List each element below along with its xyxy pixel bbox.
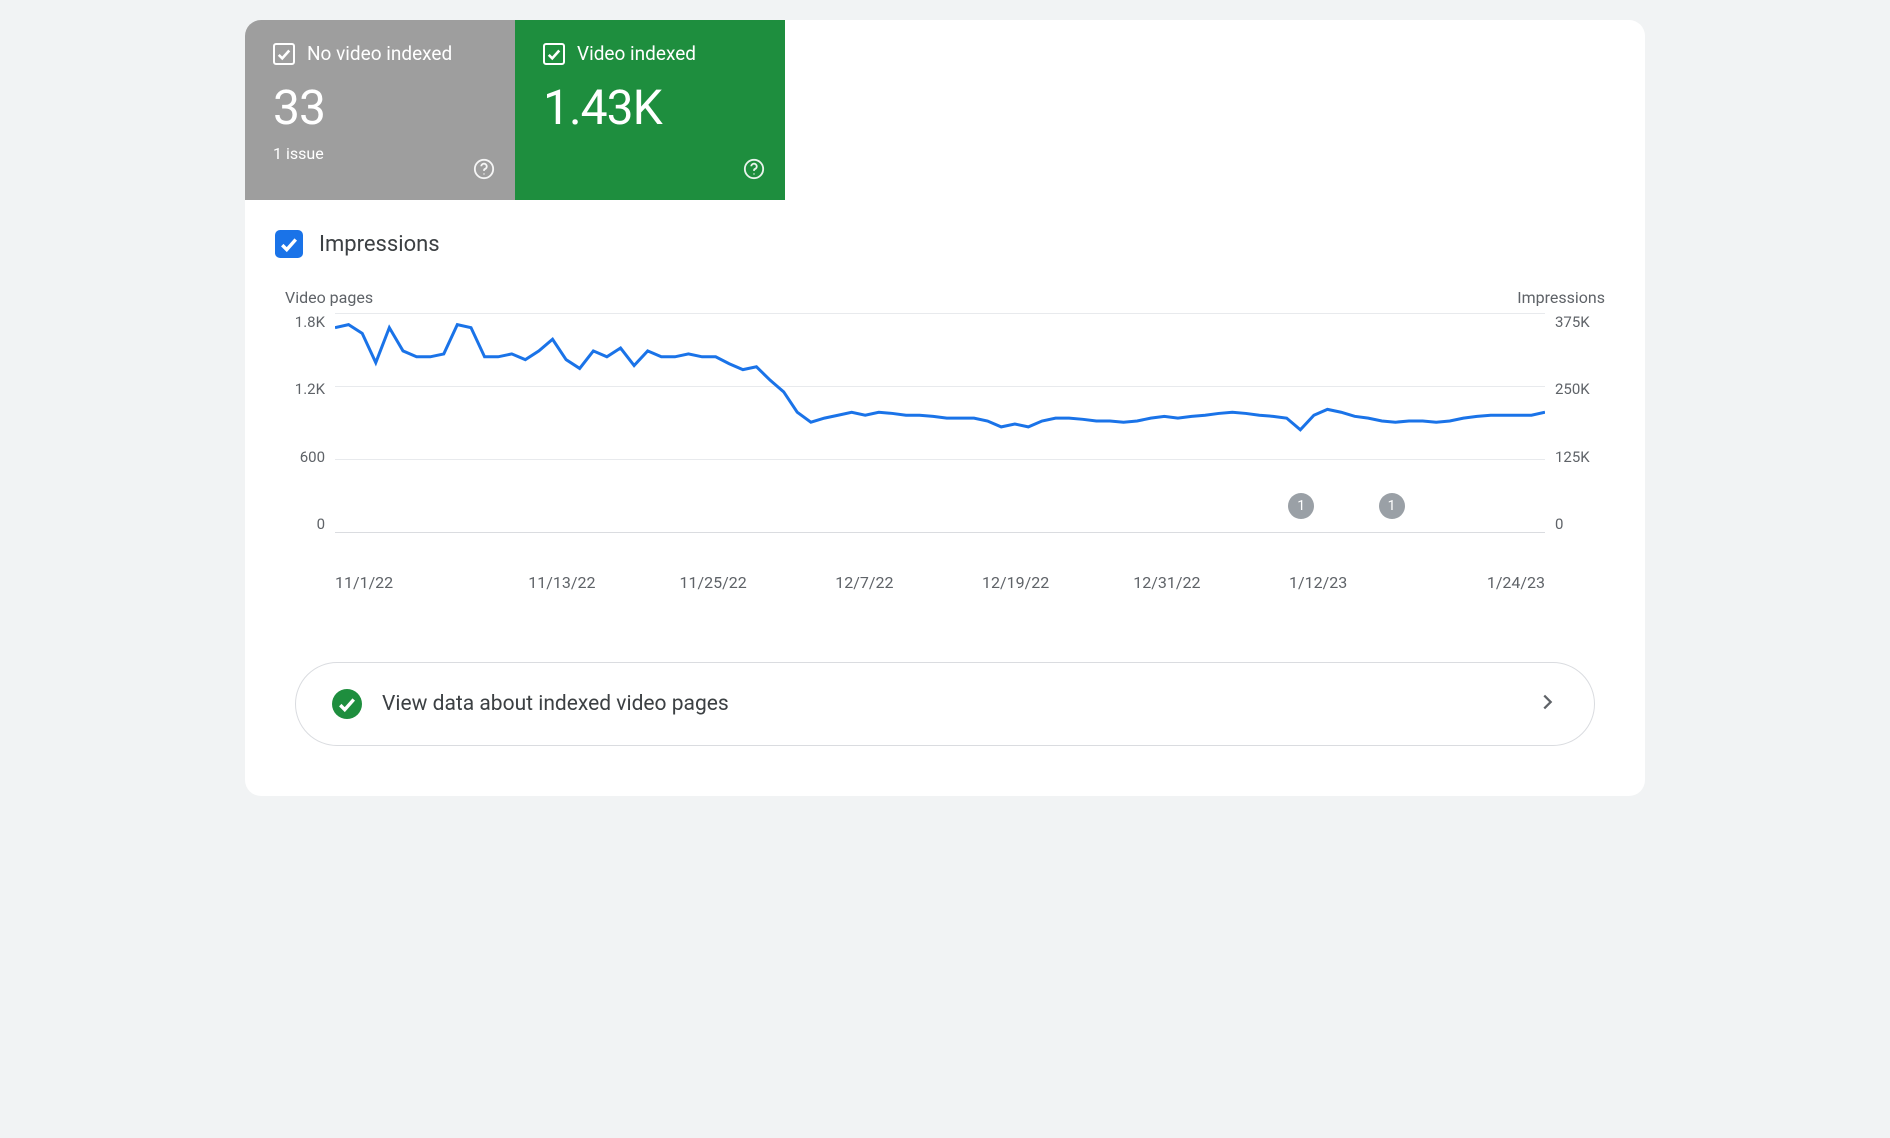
check-circle-icon — [332, 689, 362, 719]
x-tick: 12/31/22 — [1091, 573, 1242, 592]
help-icon[interactable] — [473, 158, 495, 180]
x-axis: 11/1/2211/13/2211/25/2212/7/2212/19/2212… — [285, 573, 1605, 592]
tab-no-video-indexed[interactable]: No video indexed 33 1 issue — [245, 20, 515, 200]
help-icon[interactable] — [743, 158, 765, 180]
x-tick: 12/7/22 — [789, 573, 940, 592]
checkbox-checked-icon — [543, 43, 565, 65]
status-tabs: No video indexed 33 1 issue Video indexe… — [245, 20, 1645, 200]
y-tick-right: 375K — [1555, 313, 1590, 331]
event-marker[interactable]: 1 — [1288, 493, 1314, 519]
checkbox-checked-icon — [273, 43, 295, 65]
x-tick: 11/1/22 — [335, 573, 486, 592]
tab-video-indexed[interactable]: Video indexed 1.43K — [515, 20, 785, 200]
tab-label: Video indexed — [577, 42, 696, 65]
view-indexed-video-data-button[interactable]: View data about indexed video pages — [295, 662, 1595, 746]
y-tick-left: 1.2K — [295, 380, 325, 398]
x-tick: 11/25/22 — [638, 573, 789, 592]
y-tick-left: 600 — [300, 448, 325, 466]
view-data-label: View data about indexed video pages — [382, 692, 1516, 716]
x-tick: 1/12/23 — [1243, 573, 1394, 592]
tab-label: No video indexed — [307, 42, 452, 65]
impressions-checkbox[interactable] — [275, 230, 303, 258]
y-tick-right: 125K — [1555, 448, 1590, 466]
event-marker[interactable]: 1 — [1379, 493, 1405, 519]
impressions-label: Impressions — [319, 232, 440, 257]
tab-subtext: 1 issue — [273, 144, 487, 163]
x-tick: 1/24/23 — [1394, 573, 1545, 592]
tab-value: 33 — [273, 79, 487, 136]
y-tick-left: 1.8K — [295, 313, 325, 331]
x-tick: 12/19/22 — [940, 573, 1091, 592]
impressions-line — [335, 325, 1545, 430]
y-tick-right: 250K — [1555, 380, 1590, 398]
left-axis-title: Video pages — [285, 288, 373, 307]
chevron-right-icon — [1536, 691, 1558, 717]
impressions-toggle-row: Impressions — [245, 200, 1645, 268]
right-axis-title: Impressions — [1517, 288, 1605, 307]
tab-value: 1.43K — [543, 79, 757, 136]
x-tick: 11/13/22 — [486, 573, 637, 592]
chart-container: Video pages Impressions 1.8K1.2K6000 375… — [245, 268, 1645, 632]
report-card: No video indexed 33 1 issue Video indexe… — [245, 20, 1645, 796]
